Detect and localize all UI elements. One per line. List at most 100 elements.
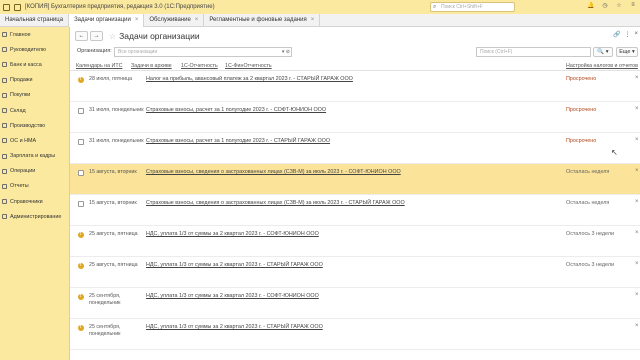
- link-icon[interactable]: 🔗: [613, 31, 620, 38]
- task-row[interactable]: 31 июля, понедельник Страховые взносы, ра…: [70, 133, 640, 164]
- sidebar-item-bank[interactable]: Банк и касса: [0, 57, 69, 72]
- document-icon: [78, 139, 84, 145]
- task-date: 25 сентября, понедельник: [89, 293, 121, 306]
- org-select[interactable]: Все организации ▾ ⊘: [114, 47, 292, 57]
- close-icon[interactable]: ×: [311, 17, 315, 23]
- calendar-link[interactable]: Календарь на ИТС: [76, 63, 122, 69]
- main-panel: ← → ☆ Задачи организации 🔗 ⋮ × Организац…: [70, 27, 640, 360]
- close-icon[interactable]: ×: [635, 106, 639, 112]
- document-icon: [78, 170, 84, 176]
- chart-icon: [2, 47, 7, 53]
- sidebar-item-assets[interactable]: ОС и НМА: [0, 133, 69, 148]
- page-title: Задачи организации: [119, 31, 200, 41]
- close-icon[interactable]: ×: [635, 168, 639, 174]
- links-bar: Календарь на ИТС Задачи в архиве 1С-Отче…: [70, 61, 640, 71]
- task-date: 25 августа, пятница: [89, 262, 138, 268]
- tab-scheduled-jobs[interactable]: Регламентные и фоновые задания ×: [204, 14, 321, 27]
- task-link[interactable]: Налог на прибыль, авансовый платеж за 2 …: [146, 76, 353, 82]
- filter-toolbar: Организация: Все организации ▾ ⊘ Поиск (…: [70, 46, 640, 59]
- assets-icon: [2, 138, 7, 144]
- close-icon[interactable]: ×: [135, 17, 139, 23]
- close-icon[interactable]: ×: [635, 137, 639, 143]
- dropdown-icon[interactable]: ▾ ⊘: [282, 48, 290, 56]
- search-icon: ⌕: [433, 4, 437, 10]
- close-icon[interactable]: ×: [635, 323, 639, 329]
- close-icon[interactable]: ×: [635, 75, 639, 81]
- history-icon[interactable]: ◷: [601, 2, 609, 9]
- task-link[interactable]: НДС, уплата 1/3 от суммы за 2 квартал 20…: [146, 293, 319, 299]
- reporting-link[interactable]: 1С-Отчетность: [181, 63, 218, 69]
- tax-settings-link[interactable]: Настройка налогов и отчетов: [566, 63, 638, 69]
- global-search-input[interactable]: ⌕ Поиск Ctrl+Shift+F: [430, 2, 515, 12]
- window-title: [КОПИЯ] Бухгалтерия предприятия, редакци…: [25, 4, 215, 10]
- task-row[interactable]: 25 августа, пятница НДС, уплата 1/3 от су…: [70, 257, 640, 288]
- box-icon: [2, 108, 7, 114]
- sidebar-item-main[interactable]: Главное: [0, 27, 69, 42]
- close-icon[interactable]: ×: [634, 31, 638, 38]
- star-icon[interactable]: ☆: [615, 2, 623, 9]
- close-icon[interactable]: ×: [635, 292, 639, 298]
- bell-icon[interactable]: 🔔: [587, 2, 595, 9]
- cart-icon: [2, 92, 7, 98]
- warning-icon: [78, 262, 84, 269]
- more-button[interactable]: Еще ▾: [616, 47, 638, 57]
- tab-org-tasks[interactable]: Задачи организации ×: [69, 14, 145, 27]
- sidebar-item-catalogs[interactable]: Справочники: [0, 194, 69, 209]
- task-row[interactable]: 28 июля, пятница Налог на прибыль, авансо…: [70, 71, 640, 102]
- task-status: Осталась неделя: [566, 200, 610, 206]
- sidebar-item-production[interactable]: Производство: [0, 118, 69, 133]
- task-date: 25 сентября, понедельник: [89, 324, 121, 337]
- task-row[interactable]: 31 июля, понедельник Страховые взносы, ра…: [70, 102, 640, 133]
- task-status: Просрочено: [566, 76, 597, 82]
- task-row[interactable]: 25 сентября, понедельник НДС, уплата 1/3 …: [70, 319, 640, 350]
- task-link[interactable]: Страховые взносы, расчет за 1 полугодие …: [146, 107, 326, 113]
- sidebar-item-warehouse[interactable]: Склад: [0, 103, 69, 118]
- document-icon: [78, 201, 84, 207]
- task-row[interactable]: 25 августа, пятница НДС, уплата 1/3 от су…: [70, 226, 640, 257]
- sidebar-item-payroll[interactable]: Зарплата и кадры: [0, 149, 69, 164]
- task-date: 25 августа, пятница: [89, 231, 138, 237]
- close-icon[interactable]: ×: [635, 230, 639, 236]
- task-row[interactable]: 25 сентября, понедельник НДС, уплата 1/3 …: [70, 288, 640, 319]
- task-link[interactable]: Страховые взносы, сведения о застрахован…: [146, 200, 405, 206]
- sidebar-item-purchases[interactable]: Покупки: [0, 88, 69, 103]
- sidebar-item-sales[interactable]: Продажи: [0, 73, 69, 88]
- search-button[interactable]: 🔍 ▾: [593, 47, 613, 57]
- back-button[interactable]: ←: [75, 31, 88, 41]
- favorite-star-icon[interactable]: ☆: [109, 32, 116, 41]
- bank-icon: [2, 62, 7, 68]
- task-link[interactable]: Страховые взносы, расчет за 1 полугодие …: [146, 138, 330, 144]
- task-row[interactable]: 15 августа, вторник Страховые взносы, све…: [70, 195, 640, 226]
- document-icon: [78, 108, 84, 114]
- task-link[interactable]: НДС, уплата 1/3 от суммы за 2 квартал 20…: [146, 262, 323, 268]
- task-date: 15 августа, вторник: [89, 169, 137, 175]
- forward-button[interactable]: →: [90, 31, 103, 41]
- task-row[interactable]: 15 августа, вторник Страховые взносы, све…: [70, 164, 640, 195]
- search-input[interactable]: Поиск (Ctrl+F): [476, 47, 591, 57]
- tab-maintenance[interactable]: Обслуживание ×: [144, 14, 205, 27]
- task-link[interactable]: НДС, уплата 1/3 от суммы за 2 квартал 20…: [146, 231, 319, 237]
- sidebar-item-manager[interactable]: Руководителю: [0, 42, 69, 57]
- tab-bar: Начальная страница Задачи организации × О…: [0, 14, 640, 27]
- more-icon[interactable]: ⋮: [624, 31, 630, 38]
- sidebar-item-operations[interactable]: Операции: [0, 164, 69, 179]
- sidebar-item-reports[interactable]: Отчеты: [0, 179, 69, 194]
- task-link[interactable]: Страховые взносы, сведения о застрахован…: [146, 169, 401, 175]
- menu-icon[interactable]: ≡: [629, 2, 637, 9]
- sidebar-item-admin[interactable]: Администрирование: [0, 209, 69, 224]
- close-icon[interactable]: ×: [635, 199, 639, 205]
- tab-home[interactable]: Начальная страница: [0, 14, 70, 27]
- close-icon[interactable]: ×: [635, 261, 639, 267]
- warning-icon: [78, 293, 84, 300]
- task-date: 28 июля, пятница: [89, 76, 133, 82]
- close-icon[interactable]: ×: [195, 17, 199, 23]
- operations-icon: [2, 168, 7, 174]
- grid-icon[interactable]: [14, 3, 21, 11]
- warning-icon: [78, 324, 84, 331]
- finreport-link[interactable]: 1С-ФинОтчетность: [225, 63, 272, 69]
- mouse-cursor-icon: ↖: [611, 148, 618, 157]
- task-link[interactable]: НДС, уплата 1/3 от суммы за 2 квартал 20…: [146, 324, 323, 330]
- archive-link[interactable]: Задачи в архиве: [131, 63, 172, 69]
- app-menu-icon[interactable]: [3, 3, 10, 11]
- task-date: 31 июля, понедельник: [89, 107, 144, 113]
